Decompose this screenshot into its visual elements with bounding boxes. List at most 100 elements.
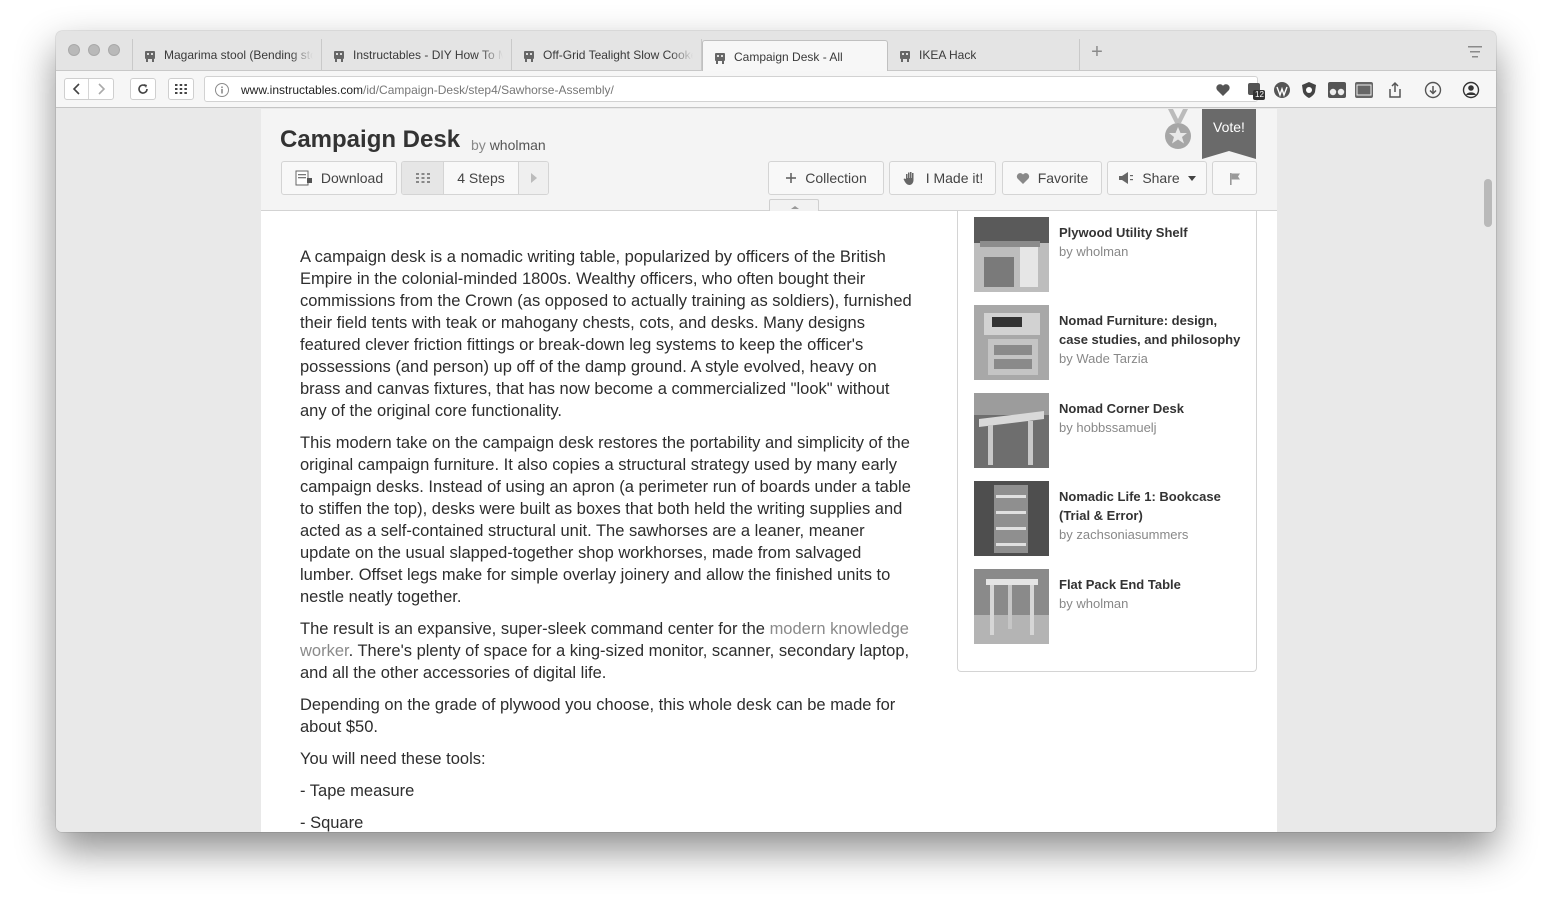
tab-instructables-home[interactable]: Instructables - DIY How To Make	[322, 39, 512, 71]
tab-label: IKEA Hack	[919, 48, 977, 62]
glasses-extension-icon[interactable]	[1327, 81, 1346, 99]
paragraph-text: The result is an expansive, super-sleek …	[300, 620, 770, 638]
related-item[interactable]: Nomad Furniture: design, case studies, a…	[974, 305, 1249, 385]
related-thumbnail[interactable]	[974, 305, 1049, 380]
instructables-robot-icon	[898, 48, 912, 62]
tab-tealight-slow-cooker[interactable]: Off-Grid Tealight Slow Cooker	[512, 39, 702, 71]
download-button[interactable]: Download	[281, 161, 397, 195]
zoom-window-button[interactable]	[108, 44, 120, 56]
share-icon[interactable]	[1387, 81, 1405, 99]
related-item[interactable]: Nomadic Life 1: Bookcase (Trial & Error)…	[974, 481, 1249, 561]
back-button[interactable]	[65, 79, 89, 99]
vote-ribbon[interactable]: Vote!	[1202, 109, 1256, 159]
favorite-button[interactable]: Favorite	[1002, 161, 1102, 195]
related-item[interactable]: Flat Pack End Table by wholman	[974, 569, 1249, 649]
steps-count-button[interactable]: 4 Steps	[444, 170, 518, 186]
related-thumbnail[interactable]	[974, 217, 1049, 292]
author-link[interactable]: zachsoniasummers	[1076, 527, 1188, 542]
i-made-it-button[interactable]: I Made it!	[889, 161, 996, 195]
related-title[interactable]: Flat Pack End Table	[1059, 577, 1181, 592]
author-link[interactable]: hobbssamuelj	[1076, 420, 1156, 435]
reload-icon	[138, 84, 148, 94]
caret-right-icon	[530, 173, 537, 183]
collection-label: Collection	[805, 170, 867, 186]
grid-icon	[415, 173, 430, 183]
reload-button[interactable]	[130, 78, 156, 100]
related-title[interactable]: Nomad Furniture: design, case studies, a…	[1059, 313, 1240, 347]
tab-ikea-hack[interactable]: IKEA Hack	[888, 39, 1080, 71]
browser-window: Magarima stool (Bending stool) Instructa…	[56, 31, 1496, 832]
instructables-robot-icon	[522, 48, 536, 62]
related-author: by hobbssamuelj	[1059, 418, 1249, 437]
by-prefix: by	[1059, 351, 1073, 366]
related-projects-panel: Plywood Utility Shelf by wholman Nomad Fu…	[957, 211, 1257, 672]
related-title[interactable]: Nomadic Life 1: Bookcase (Trial & Error)	[1059, 489, 1221, 523]
byline: by wholman	[471, 137, 546, 153]
related-item[interactable]: Plywood Utility Shelf by wholman	[974, 217, 1249, 297]
report-flag-button[interactable]	[1212, 161, 1257, 195]
related-title[interactable]: Plywood Utility Shelf	[1059, 225, 1188, 240]
related-thumbnail[interactable]	[974, 393, 1049, 468]
share-button[interactable]: Share	[1107, 161, 1207, 195]
desktop: Magarima stool (Bending stool) Instructa…	[0, 0, 1552, 912]
result-paragraph: The result is an expansive, super-sleek …	[300, 618, 912, 684]
instructables-robot-icon	[332, 48, 346, 62]
address-bar[interactable]: www.instructables.com/id/Campaign-Desk/s…	[204, 76, 1258, 102]
article-body: A campaign desk is a nomadic writing tab…	[300, 246, 912, 832]
related-thumbnail[interactable]	[974, 569, 1049, 644]
plus-icon	[786, 173, 797, 183]
author-link[interactable]: wholman	[1076, 596, 1128, 611]
browser-toolbar: www.instructables.com/id/Campaign-Desk/s…	[56, 71, 1496, 108]
raised-hand-icon	[903, 172, 914, 185]
favorite-label: Favorite	[1037, 170, 1089, 186]
tab-label: Magarima stool (Bending stool)	[164, 48, 313, 62]
pocket-heart-icon[interactable]	[1214, 81, 1232, 99]
downloads-icon[interactable]	[1424, 81, 1442, 99]
tab-label: Campaign Desk - All	[734, 49, 843, 64]
wordpress-icon[interactable]	[1273, 81, 1291, 99]
account-icon[interactable]	[1462, 81, 1480, 99]
related-author: by Wade Tarzia	[1059, 349, 1249, 368]
tab-magarima-stool[interactable]: Magarima stool (Bending stool)	[132, 39, 322, 71]
next-step-button[interactable]	[518, 162, 548, 194]
step-grid-button[interactable]	[402, 162, 444, 194]
author-link[interactable]: Wade Tarzia	[1076, 351, 1148, 366]
related-author: by zachsoniasummers	[1059, 525, 1249, 544]
paragraph-text: . There's plenty of space for a king-siz…	[300, 642, 910, 682]
caret-up-icon	[791, 206, 799, 209]
url-host: www.instructables.com	[241, 83, 364, 97]
close-window-button[interactable]	[68, 44, 80, 56]
forward-button[interactable]	[89, 79, 113, 99]
megaphone-icon	[1119, 172, 1134, 184]
site-info-icon[interactable]	[215, 83, 229, 97]
tab-label: Off-Grid Tealight Slow Cooker	[543, 48, 693, 62]
url-path: /id/Campaign-Desk/step4/Sawhorse-Assembl…	[363, 83, 614, 97]
instructables-robot-icon	[713, 50, 727, 64]
related-title[interactable]: Nomad Corner Desk	[1059, 401, 1184, 416]
add-to-collection-button[interactable]: Collection	[768, 161, 884, 195]
collapse-header-toggle[interactable]	[769, 199, 819, 211]
flag-icon	[1229, 172, 1240, 185]
by-prefix: by	[1059, 420, 1073, 435]
tool-item: - Tape measure	[300, 782, 415, 800]
design-paragraph: This modern take on the campaign desk re…	[300, 434, 911, 606]
new-tab-button[interactable]: +	[1087, 42, 1107, 62]
caret-down-icon	[1187, 175, 1196, 181]
chevron-right-icon	[98, 83, 106, 95]
css-extension-icon[interactable]	[1354, 81, 1373, 99]
instructable-page: Campaign Desk by wholman Vote! Download …	[261, 109, 1277, 832]
author-link[interactable]: wholman	[1076, 244, 1128, 259]
related-item[interactable]: Nomad Corner Desk by hobbssamuelj	[974, 393, 1249, 473]
extension-badge-count: 12	[1255, 90, 1264, 99]
author-link[interactable]: wholman	[490, 137, 546, 153]
minimize-window-button[interactable]	[88, 44, 100, 56]
top-sites-button[interactable]	[168, 78, 194, 100]
page-scrollbar[interactable]	[1484, 179, 1492, 227]
ghostery-shield-icon[interactable]	[1300, 81, 1318, 99]
extension-badge-icon[interactable]: 12	[1246, 81, 1265, 100]
tab-campaign-desk[interactable]: Campaign Desk - All	[702, 40, 888, 72]
related-thumbnail[interactable]	[974, 481, 1049, 556]
project-header: Campaign Desk by wholman Vote! Download …	[261, 109, 1277, 211]
tab-overview-icon[interactable]	[1467, 45, 1483, 59]
contest-medal-icon	[1163, 109, 1193, 151]
